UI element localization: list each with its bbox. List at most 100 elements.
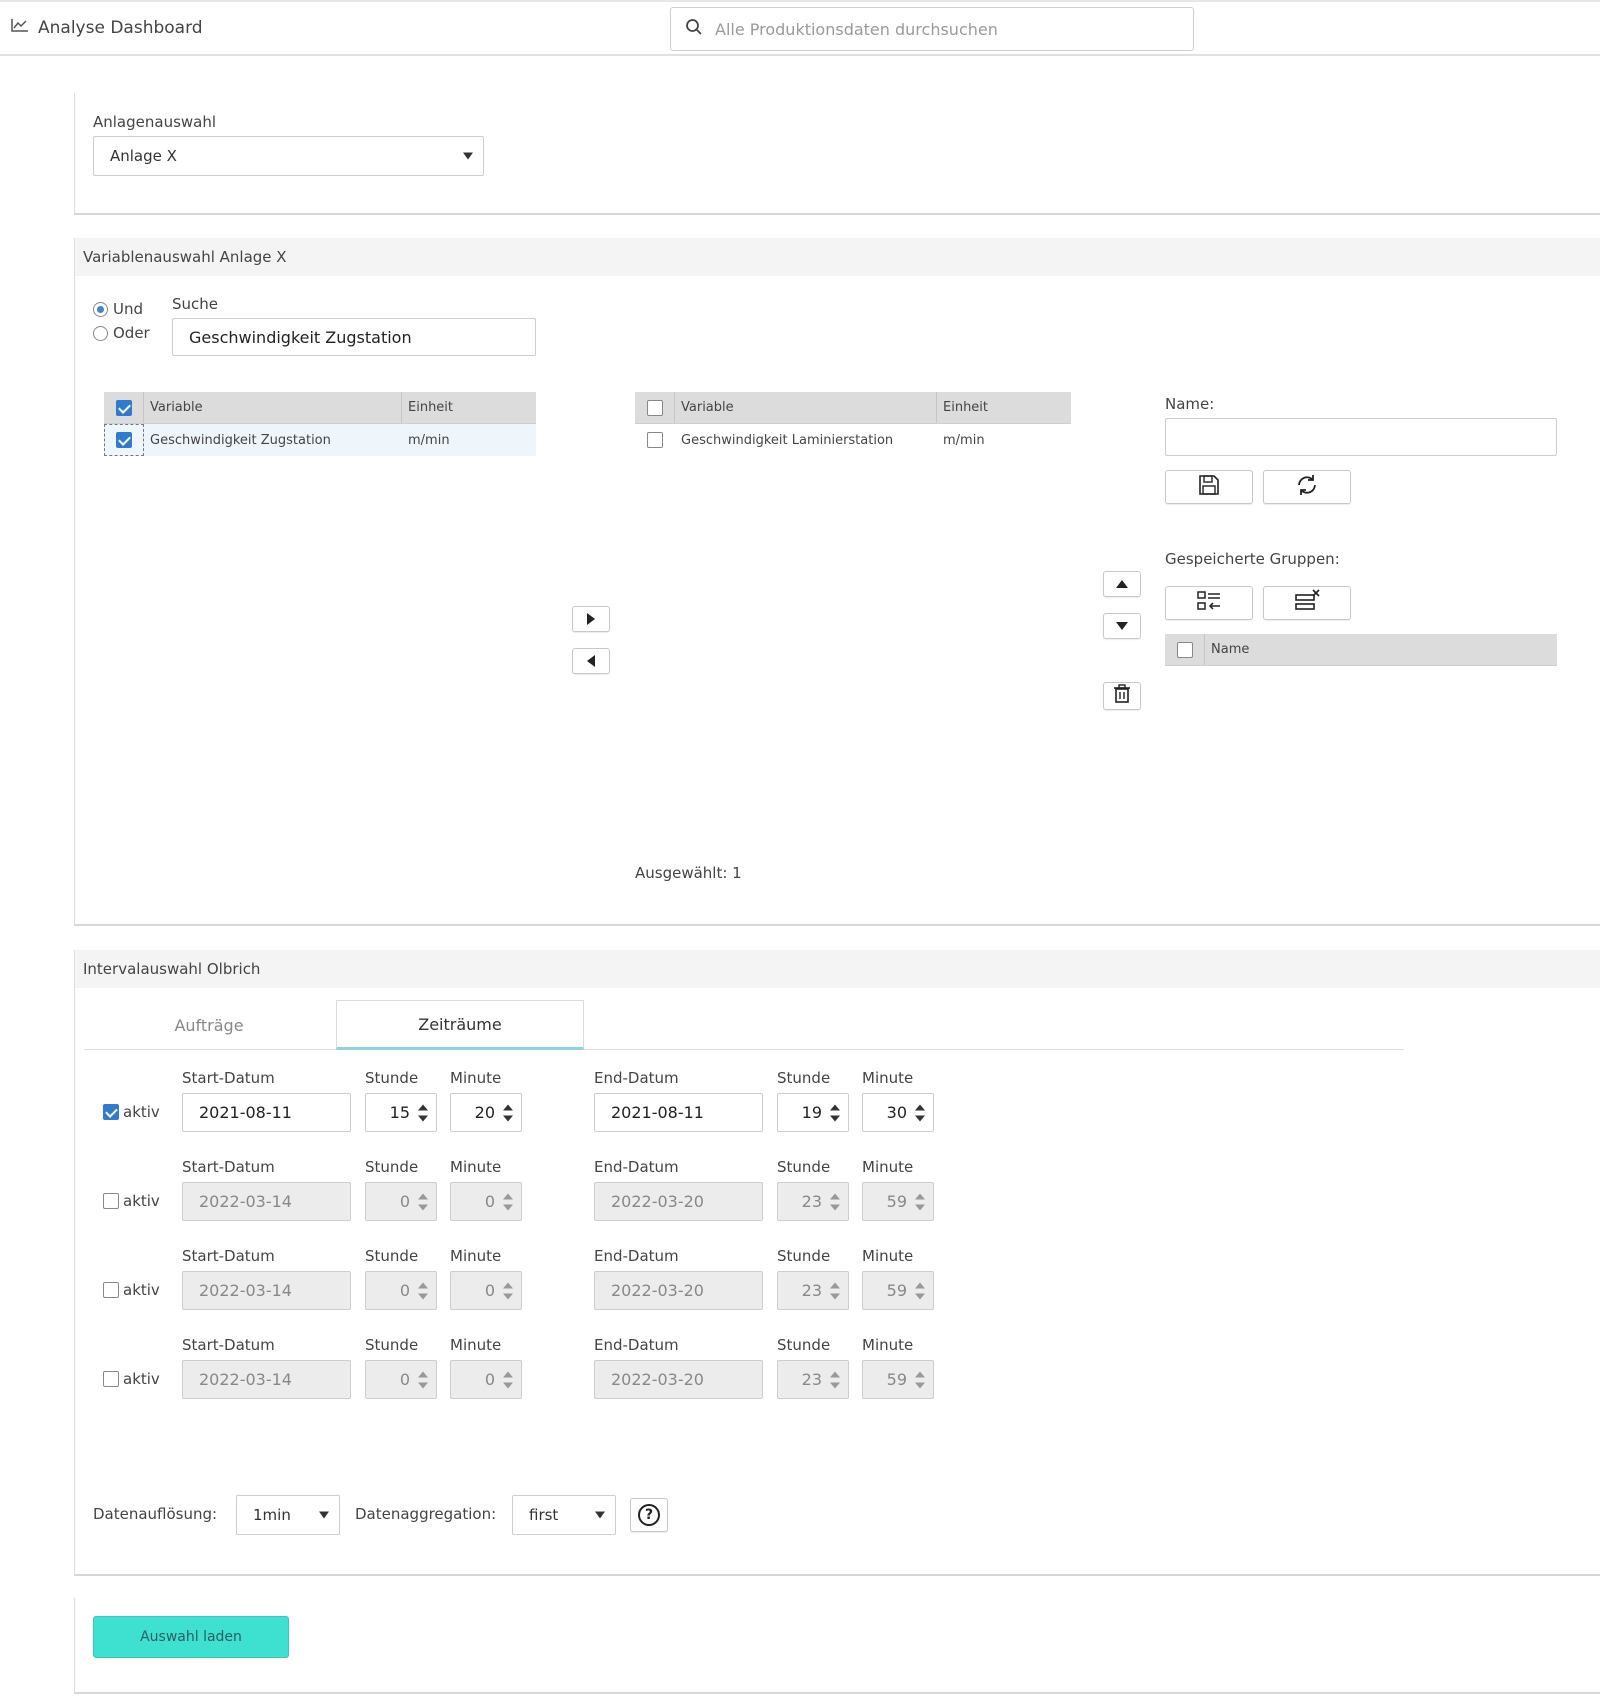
row-checkbox[interactable] — [116, 432, 132, 448]
start-date-input[interactable]: 2022-03-14 — [182, 1271, 351, 1310]
tab-zeitraeume[interactable]: Zeiträume — [336, 1000, 584, 1050]
start-date-input[interactable]: 2022-03-14 — [182, 1360, 351, 1399]
aggregation-select[interactable]: first — [512, 1495, 616, 1535]
spin-up-icon[interactable] — [418, 1371, 428, 1377]
spin-up-icon[interactable] — [418, 1104, 428, 1110]
start-minute-stepper[interactable]: 20 — [450, 1093, 522, 1132]
interval-active-checkbox[interactable]: aktiv — [103, 1192, 160, 1210]
move-down-button[interactable] — [1103, 613, 1141, 639]
save-group-button[interactable] — [1165, 470, 1253, 504]
spin-down-icon[interactable] — [418, 1115, 428, 1121]
end-hour-stepper[interactable]: 23 — [777, 1182, 849, 1221]
spin-down-icon[interactable] — [830, 1115, 840, 1121]
spin-up-icon[interactable] — [503, 1104, 513, 1110]
spin-up-icon[interactable] — [830, 1282, 840, 1288]
radio-and-dot[interactable] — [93, 301, 108, 317]
end-hour-stepper[interactable]: 19 — [777, 1093, 849, 1132]
move-up-button[interactable] — [1103, 571, 1141, 597]
interval-active-checkbox[interactable]: aktiv — [103, 1103, 160, 1121]
start-hour-stepper[interactable]: 0 — [365, 1360, 437, 1399]
start-date-label: Start-Datum — [182, 1336, 275, 1354]
plant-select[interactable]: Anlage X — [93, 136, 484, 176]
spin-down-icon[interactable] — [915, 1115, 925, 1121]
reset-button[interactable] — [1263, 470, 1351, 504]
aktiv-label: aktiv — [123, 1192, 160, 1210]
start-hour-stepper[interactable]: 0 — [365, 1182, 437, 1221]
radio-or-dot[interactable] — [93, 325, 108, 341]
start-hour-stepper[interactable]: 15 — [365, 1093, 437, 1132]
end-date-input[interactable]: 2022-03-20 — [594, 1182, 763, 1221]
interval-active-checkbox[interactable]: aktiv — [103, 1281, 160, 1299]
spin-down-icon[interactable] — [503, 1293, 513, 1299]
spin-up-icon[interactable] — [503, 1193, 513, 1199]
variable-search-input[interactable]: Geschwindigkeit Zugstation — [172, 318, 536, 356]
end-minute-stepper[interactable]: 59 — [862, 1360, 934, 1399]
start-minute-stepper[interactable]: 0 — [450, 1360, 522, 1399]
spin-down-icon[interactable] — [915, 1293, 925, 1299]
end-hour-stepper[interactable]: 23 — [777, 1360, 849, 1399]
spin-up-icon[interactable] — [830, 1104, 840, 1110]
group-name-input[interactable] — [1165, 418, 1557, 456]
checkbox[interactable] — [103, 1282, 119, 1298]
move-left-button[interactable] — [572, 648, 610, 674]
delete-button[interactable] — [1103, 682, 1141, 710]
spin-up-icon[interactable] — [830, 1193, 840, 1199]
end-date-input[interactable]: 2021-08-11 — [594, 1093, 763, 1132]
start-minute-stepper[interactable]: 0 — [450, 1271, 522, 1310]
row-checkbox[interactable] — [647, 432, 663, 448]
start-date-label: Start-Datum — [182, 1158, 275, 1176]
select-all-checkbox[interactable] — [646, 399, 663, 416]
interval-active-checkbox[interactable]: aktiv — [103, 1370, 160, 1388]
app-title[interactable]: Analyse Dashboard — [10, 17, 203, 38]
spin-up-icon[interactable] — [915, 1193, 925, 1199]
spin-up-icon[interactable] — [503, 1282, 513, 1288]
spin-down-icon[interactable] — [830, 1204, 840, 1210]
checkbox[interactable] — [103, 1371, 119, 1387]
spin-down-icon[interactable] — [830, 1382, 840, 1388]
end-minute-stepper[interactable]: 59 — [862, 1182, 934, 1221]
load-selection-button[interactable]: Auswahl laden — [93, 1616, 289, 1658]
spin-up-icon[interactable] — [418, 1282, 428, 1288]
spin-down-icon[interactable] — [915, 1382, 925, 1388]
checkbox[interactable] — [103, 1193, 119, 1209]
table-row[interactable]: Geschwindigkeit Zugstation m/min — [104, 424, 536, 456]
spin-down-icon[interactable] — [503, 1382, 513, 1388]
end-date-input[interactable]: 2022-03-20 — [594, 1271, 763, 1310]
resolution-select[interactable]: 1min — [236, 1495, 340, 1535]
spin-down-icon[interactable] — [418, 1204, 428, 1210]
end-hour-stepper[interactable]: 23 — [777, 1271, 849, 1310]
spin-down-icon[interactable] — [915, 1204, 925, 1210]
checkbox[interactable] — [103, 1104, 119, 1120]
select-all-checkbox[interactable] — [115, 399, 132, 416]
search-input[interactable] — [715, 19, 1155, 39]
spin-up-icon[interactable] — [830, 1371, 840, 1377]
radio-or[interactable]: Oder — [93, 324, 150, 342]
end-minute-stepper[interactable]: 59 — [862, 1271, 934, 1310]
table-row[interactable]: Geschwindigkeit Laminierstation m/min — [635, 424, 1071, 456]
spin-down-icon[interactable] — [503, 1115, 513, 1121]
radio-and[interactable]: Und — [93, 300, 143, 318]
spin-up-icon[interactable] — [503, 1371, 513, 1377]
spin-down-icon[interactable] — [830, 1293, 840, 1299]
start-hour-stepper[interactable]: 0 — [365, 1271, 437, 1310]
end-date-input[interactable]: 2022-03-20 — [594, 1360, 763, 1399]
load-group-button[interactable] — [1165, 586, 1253, 620]
move-right-button[interactable] — [572, 606, 610, 632]
spin-up-icon[interactable] — [915, 1104, 925, 1110]
start-minute-stepper[interactable]: 0 — [450, 1182, 522, 1221]
delete-group-button[interactable] — [1263, 586, 1351, 620]
tab-auftraege[interactable]: Aufträge — [84, 1000, 334, 1050]
spin-down-icon[interactable] — [418, 1382, 428, 1388]
spin-down-icon[interactable] — [503, 1204, 513, 1210]
global-search[interactable] — [670, 7, 1194, 51]
start-date-input[interactable]: 2022-03-14 — [182, 1182, 351, 1221]
start-date-input[interactable]: 2021-08-11 — [182, 1093, 351, 1132]
spin-down-icon[interactable] — [418, 1293, 428, 1299]
end-minute-stepper[interactable]: 30 — [862, 1093, 934, 1132]
spin-up-icon[interactable] — [915, 1371, 925, 1377]
spin-up-icon[interactable] — [418, 1193, 428, 1199]
arrow-right-icon — [587, 613, 595, 625]
spin-up-icon[interactable] — [915, 1282, 925, 1288]
help-button[interactable]: ? — [630, 1498, 668, 1532]
select-all-checkbox[interactable] — [1176, 641, 1193, 658]
